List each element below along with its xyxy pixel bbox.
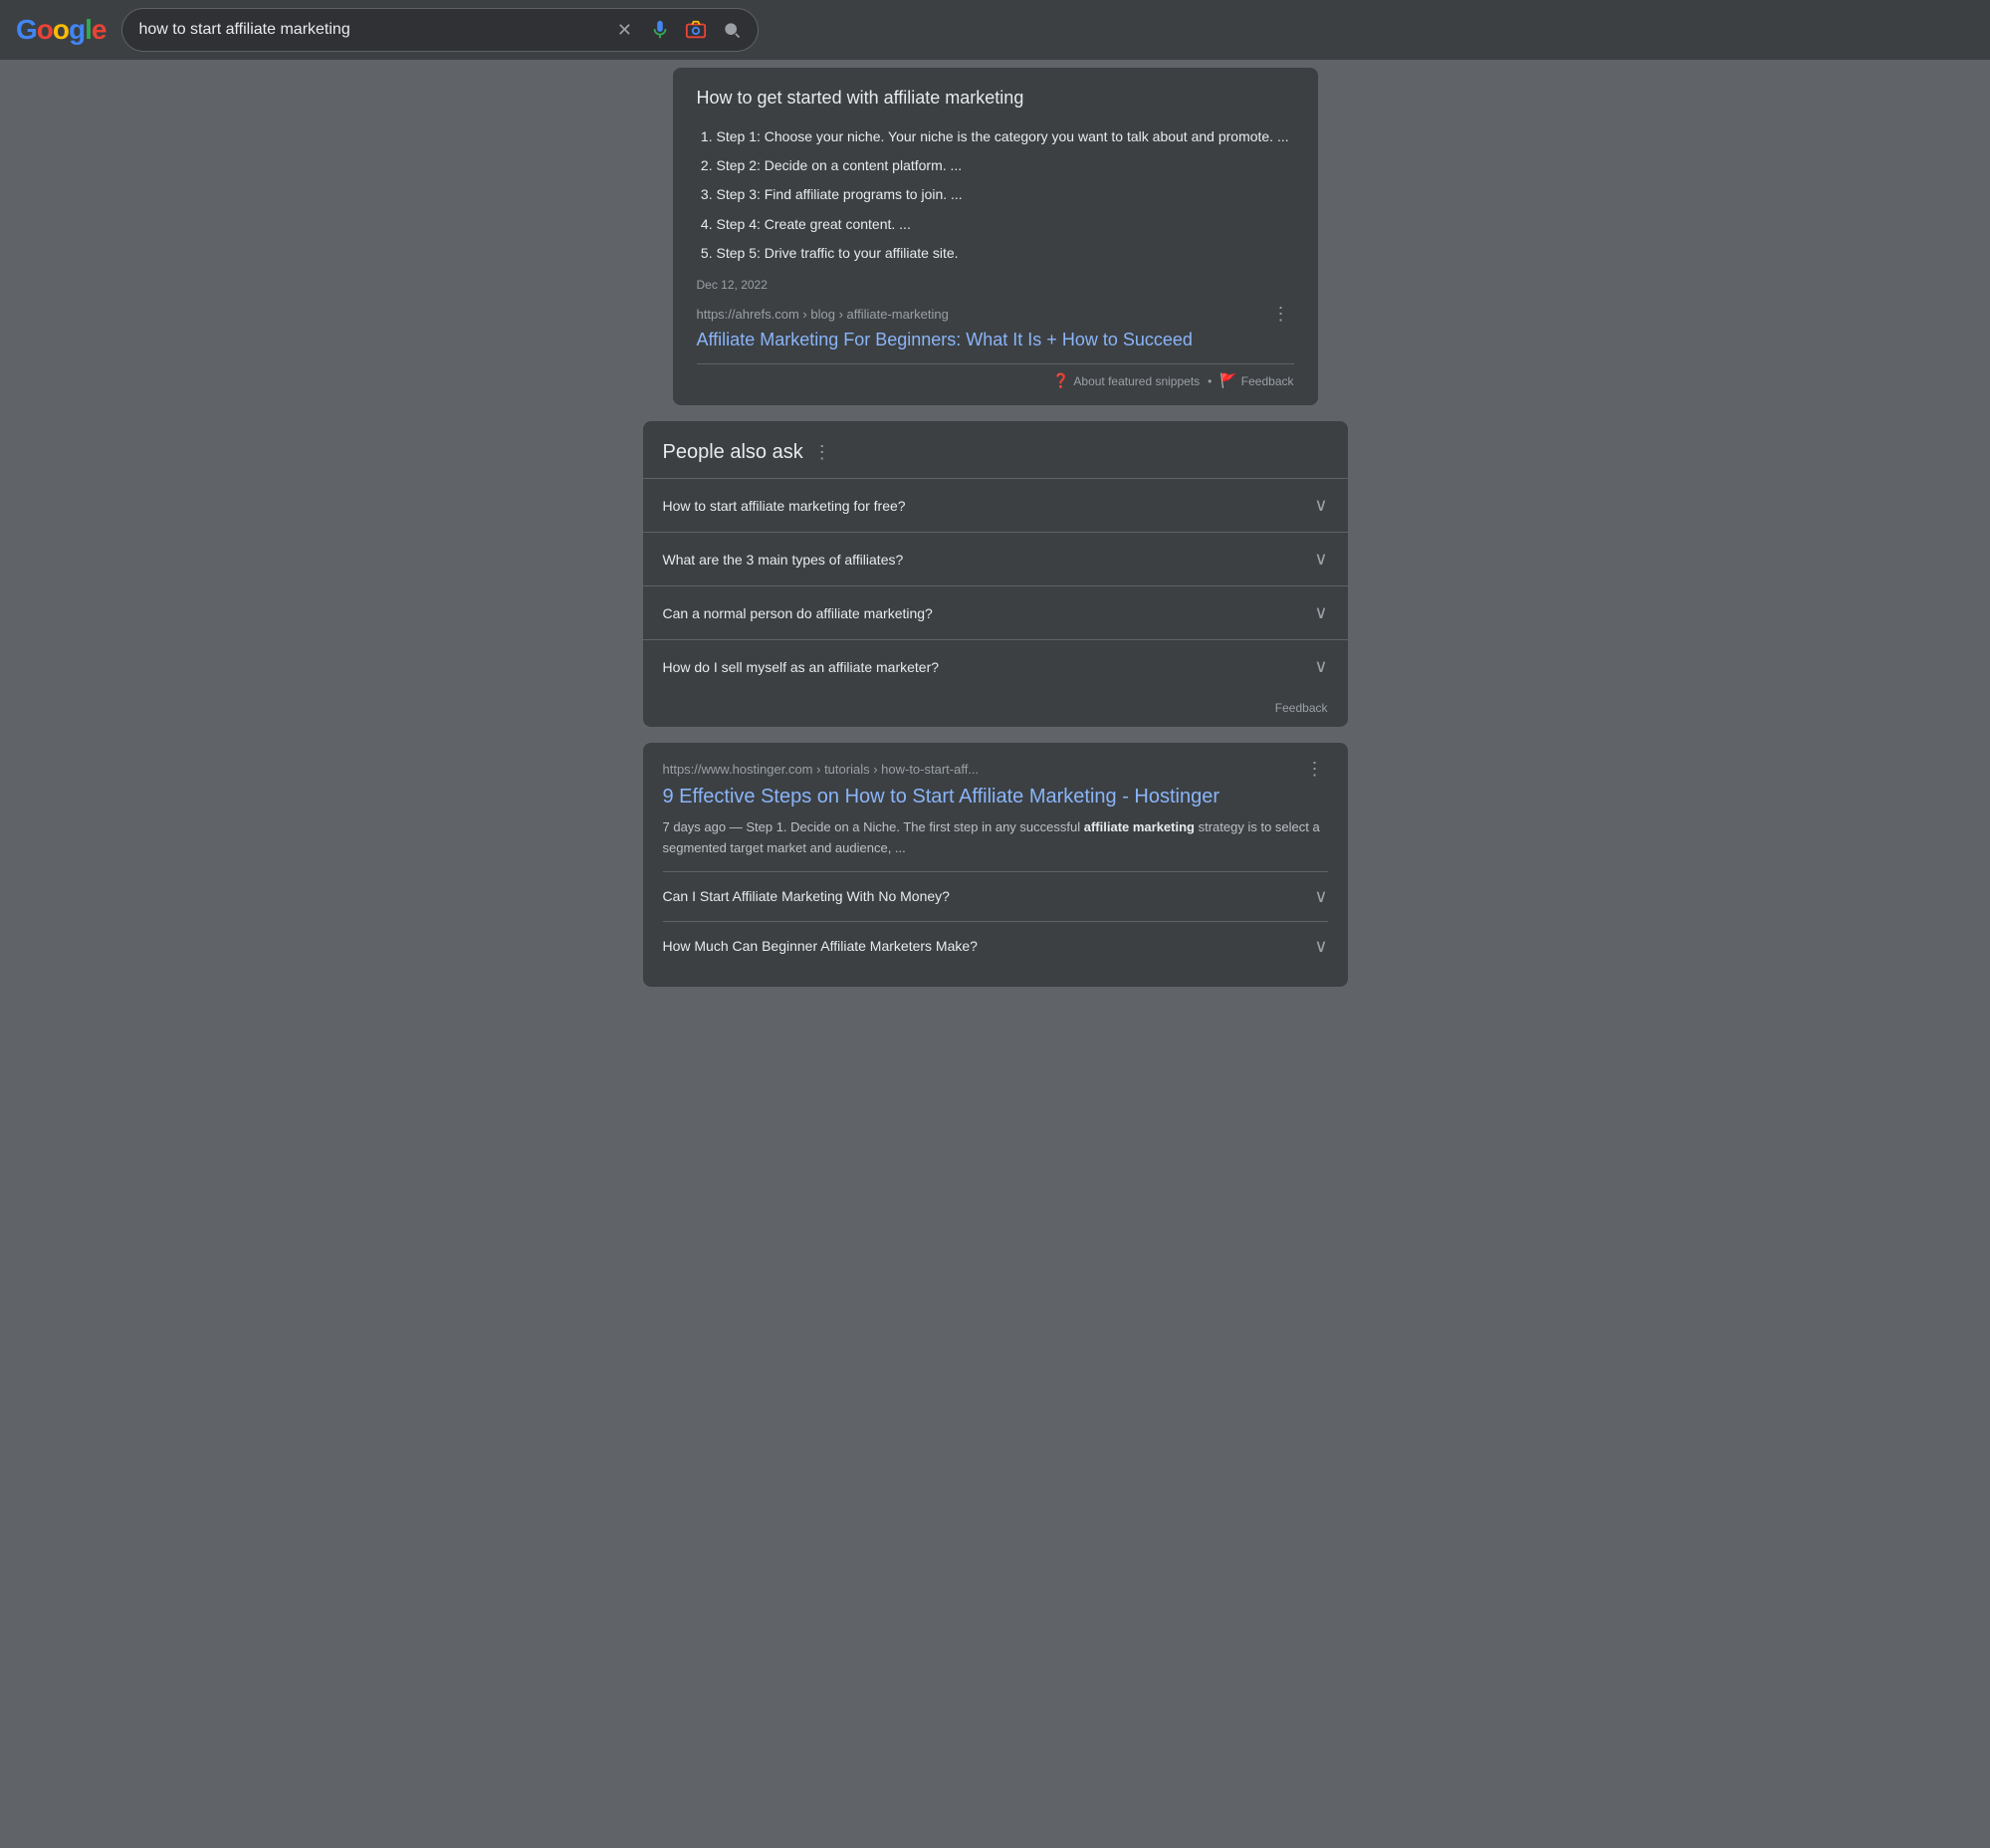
paa-item-1[interactable]: How to start affiliate marketing for fre… [643, 478, 1348, 532]
search-input[interactable] [138, 21, 602, 39]
accordion-question-1: Can I Start Affiliate Marketing With No … [663, 888, 950, 904]
feedback-label: Feedback [1241, 374, 1294, 388]
snippet-step-1: Step 1: Choose your niche. Your niche is… [717, 124, 1294, 149]
search-result: https://www.hostinger.com › tutorials › … [643, 743, 1348, 987]
paa-item-4[interactable]: How do I sell myself as an affiliate mar… [643, 639, 1348, 693]
search-icon [722, 20, 742, 40]
accordion-chevron-2: ∨ [1314, 936, 1327, 957]
about-snippets-button[interactable]: ❓ About featured snippets [1052, 372, 1200, 389]
result-menu-button[interactable]: ⋮ [1302, 759, 1328, 780]
paa-chevron-4: ∨ [1314, 656, 1327, 677]
result-snippet-text: — Step 1. Decide on a Niche. The first s… [663, 819, 1320, 855]
result-accordion: Can I Start Affiliate Marketing With No … [663, 871, 1328, 971]
snippet-title: How to get started with affiliate market… [697, 88, 1294, 109]
paa-menu-button[interactable]: ⋮ [813, 442, 831, 463]
accordion-chevron-1: ∨ [1314, 886, 1327, 907]
snippet-date: Dec 12, 2022 [697, 278, 1294, 292]
result-time-ago: 7 days ago [663, 819, 727, 834]
paa-feedback-button[interactable]: Feedback [643, 693, 1348, 727]
paa-question-4: How do I sell myself as an affiliate mar… [663, 659, 940, 675]
paa-question-2: What are the 3 main types of affiliates? [663, 552, 904, 568]
google-logo: Google [16, 14, 106, 46]
accordion-item-1[interactable]: Can I Start Affiliate Marketing With No … [663, 872, 1328, 922]
paa-item-3[interactable]: Can a normal person do affiliate marketi… [643, 585, 1348, 639]
camera-button[interactable] [682, 16, 710, 44]
paa-item-2[interactable]: What are the 3 main types of affiliates?… [643, 532, 1348, 585]
snippet-footer: ❓ About featured snippets • 🚩 Feedback [697, 363, 1294, 389]
search-button[interactable] [718, 16, 746, 44]
paa-feedback-label: Feedback [1275, 701, 1328, 715]
paa-header: People also ask ⋮ [643, 441, 1348, 478]
paa-title: People also ask [663, 441, 803, 464]
snippet-steps: Step 1: Choose your niche. Your niche is… [697, 124, 1294, 266]
footer-dot: • [1208, 374, 1212, 388]
main-content: People also ask ⋮ How to start affiliate… [627, 421, 1364, 987]
paa-chevron-1: ∨ [1314, 495, 1327, 516]
snippet-step-3: Step 3: Find affiliate programs to join.… [717, 182, 1294, 207]
camera-icon [685, 19, 707, 41]
about-snippets-label: About featured snippets [1073, 374, 1200, 388]
paa-question-3: Can a normal person do affiliate marketi… [663, 605, 933, 621]
mic-icon [649, 19, 671, 41]
snippet-url-row: https://ahrefs.com › blog › affiliate-ma… [697, 304, 1294, 325]
result-snippet-bold: affiliate marketing [1084, 819, 1195, 834]
question-icon: ❓ [1052, 372, 1069, 389]
search-icons: ✕ [610, 16, 746, 44]
result-url-row: https://www.hostinger.com › tutorials › … [663, 759, 1328, 780]
result-link[interactable]: 9 Effective Steps on How to Start Affili… [663, 784, 1328, 809]
search-bar: ✕ [121, 8, 759, 52]
accordion-question-2: How Much Can Beginner Affiliate Marketer… [663, 938, 978, 954]
feedback-button[interactable]: 🚩 Feedback [1219, 372, 1293, 389]
featured-snippet: How to get started with affiliate market… [673, 68, 1318, 405]
result-snippet: 7 days ago — Step 1. Decide on a Niche. … [663, 817, 1328, 859]
feedback-icon: 🚩 [1219, 372, 1236, 389]
people-also-ask-section: People also ask ⋮ How to start affiliate… [643, 421, 1348, 727]
accordion-item-2[interactable]: How Much Can Beginner Affiliate Marketer… [663, 922, 1328, 971]
result-url: https://www.hostinger.com › tutorials › … [663, 762, 980, 777]
snippet-step-4: Step 4: Create great content. ... [717, 212, 1294, 237]
clear-button[interactable]: ✕ [610, 16, 638, 44]
mic-button[interactable] [646, 16, 674, 44]
header: Google ✕ [0, 0, 1990, 60]
snippet-step-2: Step 2: Decide on a content platform. ..… [717, 153, 1294, 178]
snippet-step-5: Step 5: Drive traffic to your affiliate … [717, 241, 1294, 266]
paa-chevron-3: ∨ [1314, 602, 1327, 623]
paa-chevron-2: ∨ [1314, 549, 1327, 570]
paa-question-1: How to start affiliate marketing for fre… [663, 498, 906, 514]
snippet-url: https://ahrefs.com › blog › affiliate-ma… [697, 307, 949, 322]
snippet-menu-button[interactable]: ⋮ [1268, 304, 1294, 325]
snippet-link[interactable]: Affiliate Marketing For Beginners: What … [697, 329, 1294, 351]
